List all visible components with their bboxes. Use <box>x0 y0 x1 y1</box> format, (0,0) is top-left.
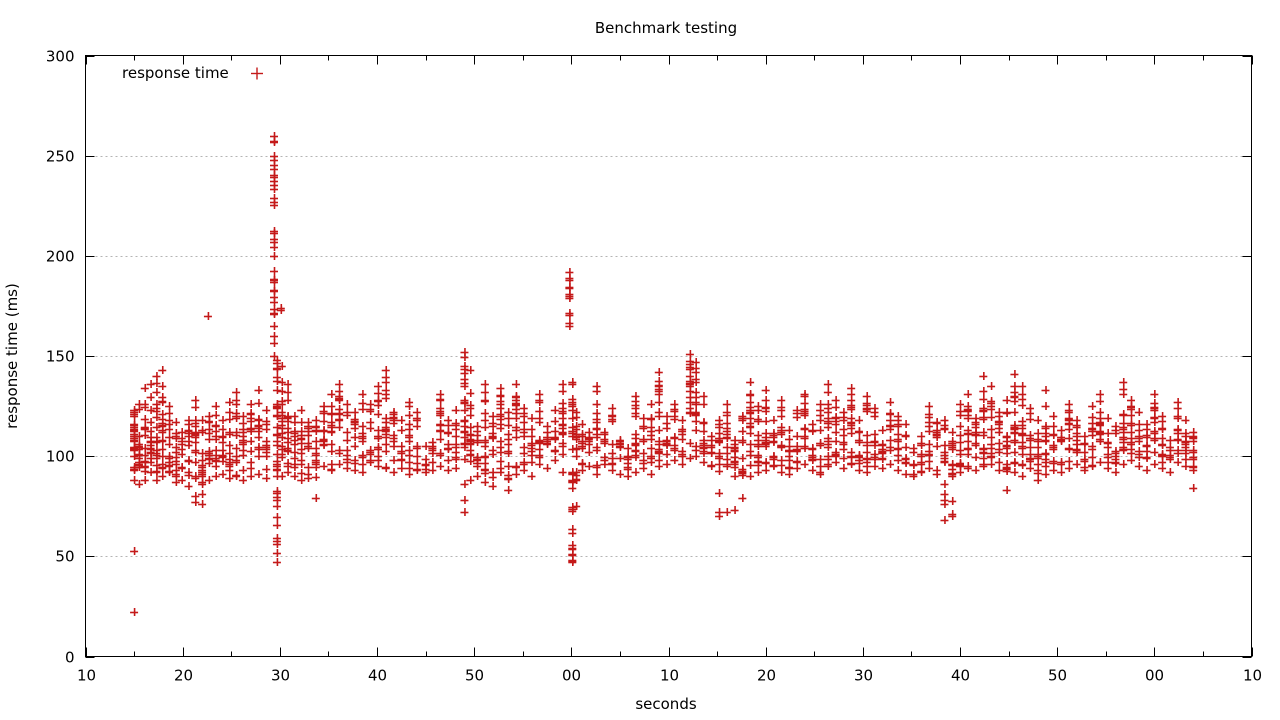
x-tick-label: 10 <box>660 667 679 685</box>
legend-entry-response-time: response time <box>122 64 229 82</box>
y-tick-label: 50 <box>55 548 74 566</box>
y-tick-label: 100 <box>46 448 75 466</box>
scatter-plot-svg: Benchmark testing 0 50 100 150 200 250 300 10 2… <box>0 0 1280 720</box>
benchmark-chart-page: Benchmark testing 0 50 100 150 200 250 300 10 2… <box>0 0 1280 720</box>
x-tick-label: 50 <box>1048 667 1067 685</box>
page-title: Benchmark testing <box>595 19 737 37</box>
x-axis-title: seconds <box>635 695 696 713</box>
x-tick-label: 40 <box>368 667 387 685</box>
y-tick-label: 200 <box>46 248 75 266</box>
y-tick-label: 250 <box>46 148 75 166</box>
x-tick-label: 10 <box>1243 667 1262 685</box>
y-axis-title: response time (ms) <box>3 283 21 429</box>
x-tick-label: 20 <box>174 667 193 685</box>
y-tick-label: 300 <box>46 48 75 66</box>
y-tick-label: 150 <box>46 348 75 366</box>
x-tick-label: 30 <box>854 667 873 685</box>
x-tick-label: 10 <box>77 667 96 685</box>
y-tick-label: 0 <box>65 649 75 667</box>
x-tick-label: 50 <box>465 667 484 685</box>
x-tick-label: 40 <box>951 667 970 685</box>
x-tick-label: 20 <box>757 667 776 685</box>
x-tick-label: 30 <box>271 667 290 685</box>
x-tick-label: 00 <box>1145 667 1164 685</box>
canvas-background <box>0 0 1280 720</box>
x-tick-label: 00 <box>562 667 581 685</box>
